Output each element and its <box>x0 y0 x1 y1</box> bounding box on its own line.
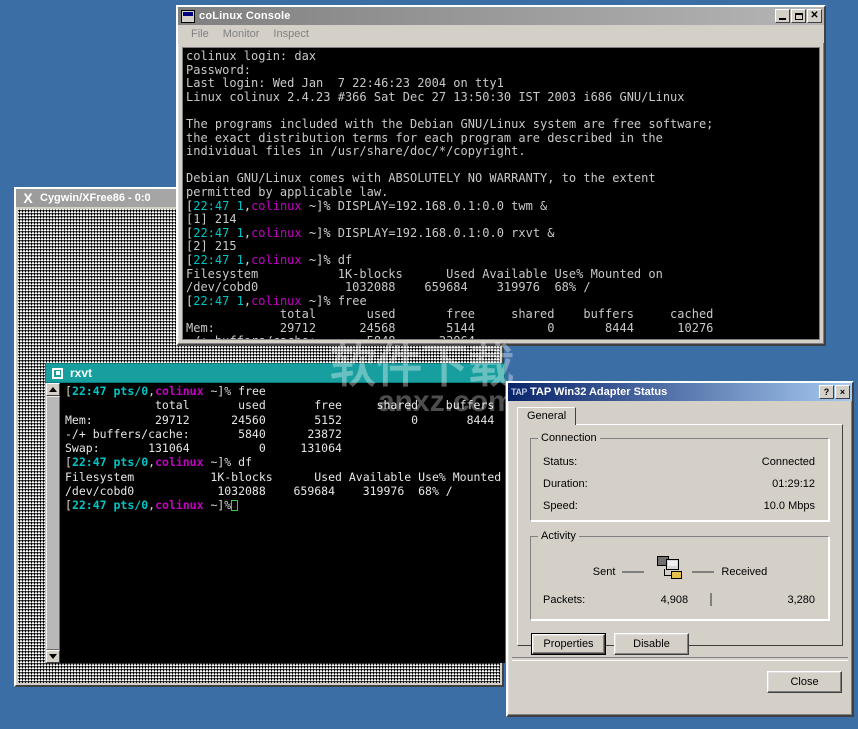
rxvt-title: rxvt <box>70 366 92 380</box>
scrollbar-thumb[interactable] <box>46 396 60 650</box>
menu-inspect[interactable]: Inspect <box>266 27 315 41</box>
tap-adapter-status-dialog[interactable]: TAP TAP Win32 Adapter Status ? × General… <box>506 381 854 717</box>
activity-group: Activity Sent Received Packets: 4,908 3,… <box>530 536 830 621</box>
link-dash-left <box>622 571 644 573</box>
duration-value: 01:29:12 <box>772 478 815 490</box>
duration-label: Duration: <box>543 478 588 490</box>
connection-group-label: Connection <box>538 432 600 444</box>
colinux-title: coLinux Console <box>199 10 775 22</box>
colinux-terminal[interactable]: colinux login: dax Password: Last login:… <box>182 47 820 340</box>
window-icon <box>181 10 195 23</box>
close-icon[interactable]: ✕ <box>807 9 822 23</box>
rxvt-titlebar[interactable]: rxvt <box>45 363 505 383</box>
packets-sent-value: 4,908 <box>585 594 710 606</box>
cygwin-title: Cygwin/XFree86 - 0:0 <box>40 192 151 204</box>
status-value: Connected <box>762 456 815 468</box>
rxvt-scrollbar[interactable] <box>46 383 61 663</box>
help-icon[interactable]: ? <box>819 385 834 399</box>
received-label: Received <box>721 566 767 578</box>
menu-monitor[interactable]: Monitor <box>216 27 267 41</box>
maximize-icon[interactable] <box>791 9 806 23</box>
scroll-up-arrow[interactable] <box>46 383 60 396</box>
menu-file[interactable]: File <box>184 27 216 41</box>
properties-button[interactable]: Properties <box>531 633 606 655</box>
activity-group-label: Activity <box>538 530 579 542</box>
packets-received-value: 3,280 <box>712 594 815 606</box>
colinux-terminal-text: colinux login: dax Password: Last login:… <box>183 48 819 340</box>
speed-value: 10.0 Mbps <box>764 500 815 512</box>
colinux-titlebar[interactable]: coLinux Console ✕ <box>178 7 824 25</box>
link-dash-right <box>692 571 714 573</box>
tab-strip[interactable]: General <box>517 407 843 425</box>
tab-general[interactable]: General <box>517 407 576 425</box>
colinux-console-window[interactable]: coLinux Console ✕ File Monitor Inspect c… <box>176 5 826 346</box>
minimize-icon[interactable] <box>775 9 790 23</box>
scroll-down-arrow[interactable] <box>46 650 60 663</box>
close-icon[interactable]: × <box>835 385 850 399</box>
disable-button[interactable]: Disable <box>614 633 689 655</box>
rxvt-window-icon <box>52 368 63 379</box>
properties-button-label: Properties <box>532 634 605 654</box>
rxvt-terminal[interactable]: [22:47 pts/0,colinux ~]% free total used… <box>61 383 505 663</box>
tap-adapter-icon: TAP <box>511 385 527 399</box>
dialog-separator <box>512 657 848 661</box>
speed-label: Speed: <box>543 500 578 512</box>
sent-label: Sent <box>593 566 616 578</box>
rxvt-terminal-text: [22:47 pts/0,colinux ~]% free total used… <box>61 383 505 514</box>
packets-label: Packets: <box>543 594 585 606</box>
tap-dialog-titlebar[interactable]: TAP TAP Win32 Adapter Status ? × <box>508 383 852 401</box>
general-tab-page: Connection Status: Connected Duration: 0… <box>517 424 843 646</box>
close-button[interactable]: Close <box>767 671 842 693</box>
network-activity-icon <box>651 556 685 582</box>
colinux-menubar[interactable]: File Monitor Inspect <box>178 25 824 43</box>
connection-group: Connection Status: Connected Duration: 0… <box>530 438 830 522</box>
x-logo-icon: X <box>20 191 36 206</box>
status-label: Status: <box>543 456 577 468</box>
rxvt-window[interactable]: rxvt [22:47 pts/0,colinux ~]% free total… <box>45 363 505 663</box>
tap-dialog-title: TAP Win32 Adapter Status <box>530 386 819 398</box>
